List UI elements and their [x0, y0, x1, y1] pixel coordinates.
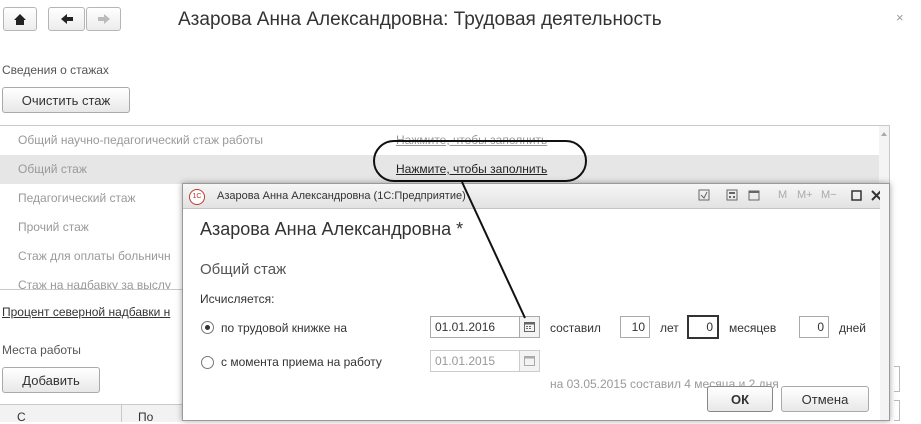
experience-row-label: Стаж на надбавку за выслу: [18, 278, 171, 290]
calendar-icon: [524, 356, 535, 366]
1c-logo-icon: 1С: [189, 189, 205, 205]
page-title: Азарова Анна Александровна: Трудовая дея…: [178, 9, 662, 30]
experience-row-label: Прочий стаж: [18, 220, 89, 234]
experience-row-label: Стаж для оплаты больничн: [18, 249, 171, 263]
dialog-subtitle: Общий стаж: [200, 261, 287, 278]
radio-from-hire[interactable]: [201, 356, 214, 369]
memory-m-icon[interactable]: M: [778, 189, 787, 201]
radio-by-workbook[interactable]: [201, 321, 214, 334]
workbook-date-field[interactable]: 01.01.2016: [430, 316, 520, 338]
arrow-left-icon: [60, 14, 73, 24]
calendar-button[interactable]: [519, 316, 540, 338]
months-field[interactable]: 0: [687, 315, 719, 339]
arrow-right-icon: [97, 14, 110, 24]
ok-button[interactable]: ОК: [707, 386, 773, 412]
cancel-button[interactable]: Отмена: [781, 386, 869, 412]
calendar-icon[interactable]: [748, 189, 760, 204]
experience-row-label: Педагогический стаж: [18, 191, 136, 205]
dialog-header-title: Азарова Анна Александровна (1С:Предприят…: [217, 190, 466, 202]
experience-row-label: Общий научно-педагогический стаж работы: [18, 133, 264, 147]
forward-button[interactable]: [86, 7, 121, 31]
years-field[interactable]: 10: [620, 316, 650, 338]
field-edge: [894, 366, 900, 392]
calendar-icon: [524, 322, 535, 332]
days-label: дней: [839, 321, 867, 335]
hire-date-field[interactable]: 01.01.2015: [430, 350, 520, 372]
experience-row-label: Общий стаж: [18, 162, 87, 176]
add-workplace-button[interactable]: Добавить: [2, 367, 100, 393]
workplaces-section-label: Места работы: [2, 343, 81, 357]
annotation-oval: [373, 140, 587, 182]
memory-minus-icon[interactable]: M−: [821, 189, 837, 201]
column-header-from: С: [17, 410, 26, 424]
calculator-icon[interactable]: [726, 189, 738, 204]
dialog-scroll-edge: [880, 184, 889, 420]
months-label: месяцев: [729, 321, 777, 335]
column-divider: [121, 405, 122, 422]
maximize-icon[interactable]: [851, 190, 862, 204]
home-icon: [14, 13, 26, 25]
calendar-button-disabled[interactable]: [519, 350, 540, 372]
workplaces-table-header: С По: [0, 404, 182, 424]
field-edge: [894, 400, 900, 421]
back-button[interactable]: [48, 7, 85, 31]
column-header-to: По: [138, 410, 154, 424]
scroll-up-icon[interactable]: [879, 130, 889, 138]
option-by-workbook-label: по трудовой книжке на: [221, 321, 348, 335]
memory-plus-icon[interactable]: M+: [797, 189, 813, 201]
dialog-header: 1С Азарова Анна Александровна (1С:Предпр…: [183, 184, 889, 209]
clear-experience-button[interactable]: Очистить стаж: [2, 87, 130, 113]
composed-label: составил: [550, 321, 601, 335]
experience-section-label: Сведения о стажах: [2, 63, 109, 77]
north-allowance-link[interactable]: Процент северной надбавки н: [2, 305, 170, 319]
dialog-title: Азарова Анна Александровна *: [200, 219, 464, 239]
link-icon[interactable]: [698, 189, 710, 204]
dialog-body: Азарова Анна Александровна * Общий стаж …: [183, 209, 889, 420]
days-field[interactable]: 0: [799, 316, 829, 338]
calc-label: Исчисляется:: [200, 292, 275, 306]
home-button[interactable]: [3, 7, 37, 31]
close-icon[interactable]: ×: [896, 10, 904, 25]
option-from-hire-label: с момента приема на работу: [221, 355, 382, 369]
experience-dialog: 1С Азарова Анна Александровна (1С:Предпр…: [182, 183, 890, 421]
years-label: лет: [660, 321, 679, 335]
